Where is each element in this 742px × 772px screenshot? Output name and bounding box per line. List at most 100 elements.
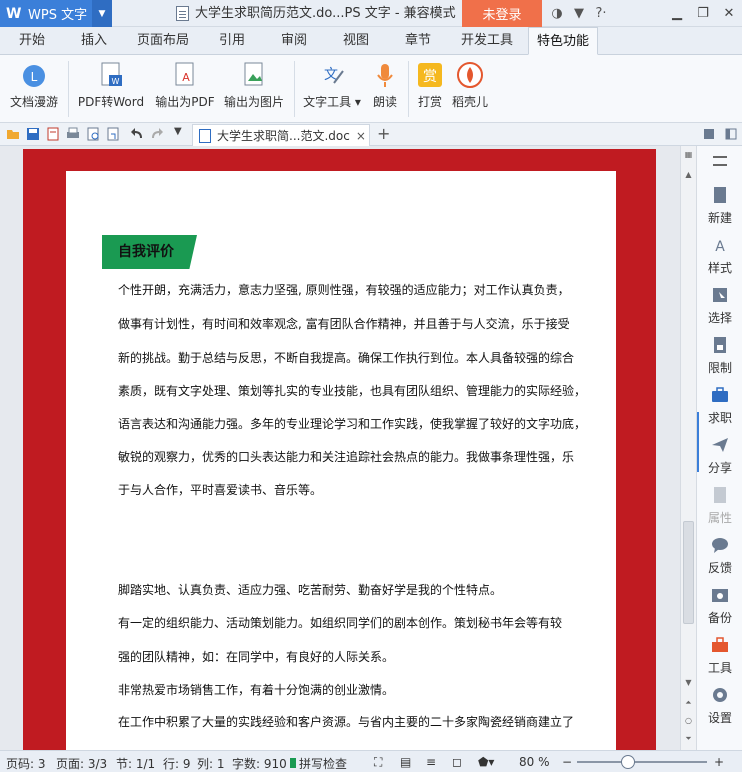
zoom-slider-knob[interactable] (621, 755, 635, 769)
tab-insert[interactable]: 插入 (70, 27, 118, 55)
document-tab[interactable]: 大学生求职简...范文.doc × (192, 124, 370, 146)
status-bar: 页码: 3 页面: 3/3 节: 1/1 行: 9 列: 1 字数: 910 拼… (0, 750, 742, 772)
close-tab-icon[interactable]: × (356, 129, 366, 143)
export-image-button[interactable]: 输出为图片 (222, 59, 286, 119)
page-view-icon[interactable]: ▤ (400, 755, 411, 769)
backup-icon (712, 589, 728, 602)
status-col: 列: 1 (197, 757, 225, 771)
minimize-icon[interactable]: ▁ (664, 0, 690, 27)
paragraph-line: 个性开朗，充满活力，意志力坚强, 原则性强，有较强的适应能力；对工作认真负责， (118, 283, 570, 297)
panel-icon[interactable] (724, 127, 738, 141)
customize-chevron-icon[interactable]: ▼ (174, 126, 188, 140)
doc-file-icon (199, 128, 211, 143)
feedback-icon (712, 538, 728, 553)
print-preview-icon[interactable] (46, 127, 60, 141)
side-panel: 新建 A 样式 选择 限制 求职 分享 属性 反馈 备份 工具 设置 (696, 146, 742, 750)
pdf-to-word-label: PDF转Word (77, 95, 145, 109)
read-aloud-button[interactable]: 朗读 (368, 59, 402, 119)
paragraph-line: 新的挑战。勤于总结与反思，不断自我提高。确保工作执行到位。本人具备较强的综合 (118, 351, 575, 365)
scroll-up-icon[interactable]: ▲ (681, 170, 696, 179)
export-image-icon (240, 61, 268, 89)
paragraph-line: 敏锐的观察力，优秀的口头表达能力和关注追踪社会热点的能力。我做事条理性强，乐 (118, 450, 575, 464)
side-item-share[interactable]: 分享 (697, 436, 742, 476)
scroll-thumb[interactable] (683, 521, 694, 624)
tab-developer[interactable]: 开发工具 (455, 27, 519, 55)
login-button[interactable]: 未登录 (462, 0, 542, 27)
side-item-job[interactable]: 求职 (697, 386, 742, 426)
export-pdf-icon: A (171, 61, 199, 89)
format-painter-icon[interactable] (106, 127, 120, 141)
web-view-icon[interactable]: ◻ (452, 755, 462, 769)
pdf-to-word-icon: W (97, 61, 125, 89)
zoom-in-icon[interactable]: + (714, 755, 724, 769)
scroll-down-icon[interactable]: ▼ (681, 678, 696, 687)
next-page-icon[interactable]: ⏷ (681, 734, 696, 744)
side-item-tools[interactable]: 工具 (697, 636, 742, 676)
status-pages[interactable]: 页面: 3/3 (56, 755, 107, 772)
side-item-select[interactable]: 选择 (697, 286, 742, 326)
print-icon[interactable] (66, 127, 80, 141)
open-folder-icon[interactable] (6, 127, 20, 141)
zoom-out-icon[interactable]: − (562, 755, 572, 769)
save-icon[interactable] (26, 127, 40, 141)
status-row: 行: 9 (163, 757, 191, 771)
side-item-properties[interactable]: 属性 (697, 486, 742, 526)
ruler-toggle-icon[interactable]: ▦ (681, 150, 696, 159)
side-item-settings[interactable]: 设置 (697, 686, 742, 726)
vertical-scrollbar[interactable]: ▦ ▲ ▼ ⏶ ○ ⏷ (680, 146, 696, 750)
spell-check-toggle[interactable]: 拼写检查 (290, 755, 347, 772)
restore-icon[interactable]: ❐ (690, 0, 716, 27)
side-panel-menu-icon[interactable] (697, 156, 742, 166)
reward-icon: 赏 (416, 61, 444, 89)
side-item-backup[interactable]: 备份 (697, 586, 742, 626)
export-pdf-button[interactable]: A 输出为PDF (154, 59, 216, 119)
reward-button[interactable]: 赏 打赏 (414, 59, 446, 119)
prev-page-icon[interactable]: ⏶ (681, 698, 696, 708)
layout-icon[interactable] (702, 127, 716, 141)
new-tab-icon[interactable]: + (377, 124, 390, 143)
help-icon[interactable]: ?· (590, 4, 612, 24)
paragraph-line: 语言表达和沟通能力强。多年的专业理论学习和工作实践，使我掌握了较好的文字功底， (118, 417, 587, 431)
daoke-button[interactable]: 稻壳儿 (450, 59, 490, 119)
text-tools-button[interactable]: 文 文字工具 ▾ (302, 59, 362, 119)
outline-view-icon[interactable]: ≡ (426, 755, 436, 769)
zoom-slider[interactable] (577, 755, 707, 769)
tab-view[interactable]: 视图 (332, 27, 380, 55)
app-menu-chevron-icon[interactable]: ▼ (92, 0, 112, 27)
shirt-icon[interactable]: ▼ (568, 4, 590, 24)
pdf-to-word-button[interactable]: W PDF转Word (76, 59, 146, 119)
tab-references[interactable]: 引用 (208, 27, 256, 55)
fullscreen-icon[interactable]: ⛶ (374, 755, 382, 770)
close-icon[interactable]: ✕ (716, 0, 742, 27)
side-item-restrict[interactable]: 限制 (697, 336, 742, 376)
preview-icon[interactable] (86, 127, 100, 141)
briefcase-icon (712, 387, 728, 402)
paragraph-line: 非常热爱市场销售工作，有着十分饱满的创业激情。 (118, 683, 395, 697)
select-icon (713, 288, 727, 302)
redo-icon[interactable] (150, 127, 164, 141)
side-item-feedback[interactable]: 反馈 (697, 536, 742, 576)
app-menu-button[interactable]: W WPS 文字 ▼ (0, 0, 112, 27)
undo-icon[interactable] (130, 127, 144, 141)
tab-page-layout[interactable]: 页面布局 (132, 27, 194, 55)
skin-icon[interactable]: ◑ (546, 4, 568, 24)
side-item-styles[interactable]: A 样式 (697, 236, 742, 276)
status-word-count[interactable]: 字数: 910 (232, 755, 287, 772)
window-title: 大学生求职简历范文.do...PS 文字 - 兼容模式 (176, 0, 456, 27)
side-item-new[interactable]: 新建 (697, 186, 742, 226)
protect-view-icon[interactable]: ⬟▾ (478, 755, 494, 769)
tab-special-features[interactable]: 特色功能 (528, 27, 598, 55)
doc-roaming-button[interactable]: L 文档漫游 (6, 59, 62, 119)
zoom-level[interactable]: 80 % (519, 755, 550, 769)
tab-review[interactable]: 审阅 (270, 27, 318, 55)
wps-logo-icon: W (6, 5, 22, 22)
text-tools-label: 文字工具 ▾ (303, 95, 361, 109)
styles-icon: A (715, 239, 725, 255)
ribbon-separator (408, 61, 409, 117)
tab-start[interactable]: 开始 (8, 27, 56, 55)
restrict-icon (714, 337, 726, 353)
document-page[interactable]: 自我评价 个性开朗，充满活力，意志力坚强, 原则性强，有较强的适应能力；对工作认… (66, 171, 616, 750)
document-tab-title: 大学生求职简...范文.doc (217, 129, 350, 143)
tab-chapter[interactable]: 章节 (394, 27, 442, 55)
select-browse-icon[interactable]: ○ (681, 716, 696, 725)
